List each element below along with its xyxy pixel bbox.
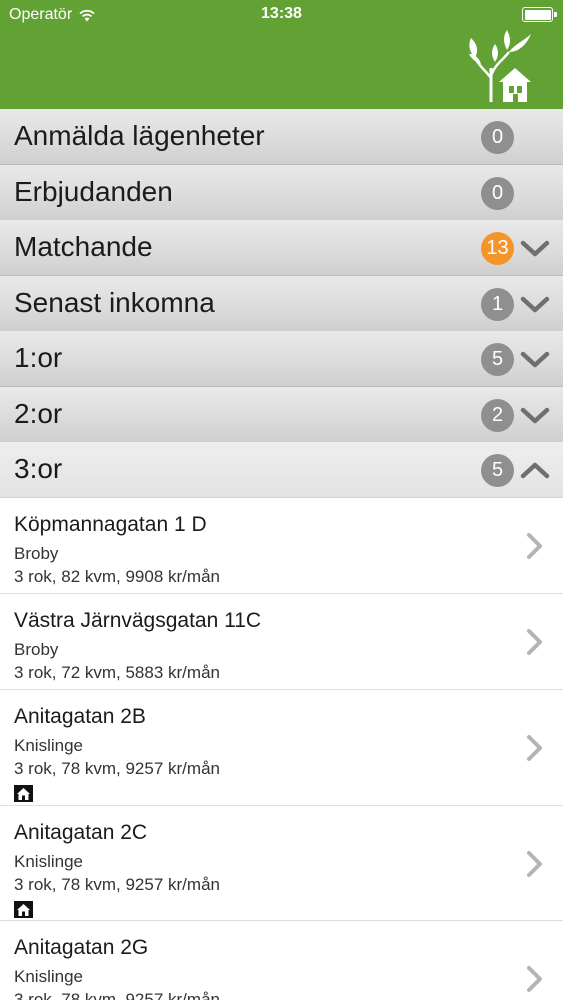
- chevron-down-icon: [520, 240, 550, 257]
- listing-row[interactable]: Anitagatan 2C Knislinge 3 rok, 78 kvm, 925…: [0, 806, 563, 921]
- status-bar: Operatör 13:38: [0, 0, 563, 30]
- battery-icon: [522, 7, 557, 22]
- tree-house-logo-icon: [469, 30, 531, 102]
- chevron-right-icon: [527, 629, 542, 655]
- chevron-right-icon: [527, 966, 542, 992]
- house-icon: [14, 785, 33, 802]
- listing-city: Knislinge: [14, 967, 83, 986]
- section-title: 3:or: [14, 453, 63, 484]
- chevron-down-icon: [520, 407, 550, 424]
- listing-details: 3 rok, 78 kvm, 9257 kr/mån: [14, 759, 220, 778]
- listing-details: 3 rok, 78 kvm, 9257 kr/mån: [14, 990, 220, 1000]
- section-header[interactable]: Anmälda lägenheter 0: [0, 109, 563, 165]
- app-header: Operatör 13:38: [0, 0, 563, 109]
- section-title: Erbjudanden: [14, 176, 173, 207]
- count-badge: 13: [481, 232, 514, 265]
- chevron-up-icon: [520, 462, 550, 479]
- section-title: 2:or: [14, 398, 63, 429]
- clock: 13:38: [261, 5, 302, 22]
- section-header[interactable]: Erbjudanden 0: [0, 165, 563, 221]
- listing-street: Anitagatan 2B: [14, 705, 146, 728]
- listing-details: 3 rok, 78 kvm, 9257 kr/mån: [14, 875, 220, 894]
- chevron-down-icon: [520, 296, 550, 313]
- listing-street: Västra Järnvägsgatan 11C: [14, 609, 262, 632]
- section-title: Anmälda lägenheter: [14, 120, 265, 151]
- count-badge: 1: [481, 288, 514, 321]
- section-header[interactable]: 2:or 2: [0, 387, 563, 443]
- listing-row[interactable]: Västra Järnvägsgatan 11C Broby 3 rok, 72 k…: [0, 594, 563, 690]
- chevron-right-icon: [527, 533, 542, 559]
- section-title: Senast inkomna: [14, 287, 215, 318]
- listing-city: Knislinge: [14, 736, 83, 755]
- listing-city: Broby: [14, 640, 59, 659]
- count-badge: 2: [481, 399, 514, 432]
- listing-street: Anitagatan 2G: [14, 936, 149, 959]
- listing-details: 3 rok, 82 kvm, 9908 kr/mån: [14, 567, 220, 586]
- listing-street: Anitagatan 2C: [14, 821, 148, 844]
- listing-details: 3 rok, 72 kvm, 5883 kr/mån: [14, 663, 220, 682]
- chevron-down-icon: [520, 351, 550, 368]
- listing-city: Broby: [14, 544, 59, 563]
- section-header[interactable]: 1:or 5: [0, 331, 563, 387]
- listing-row[interactable]: Köpmannagatan 1 D Broby 3 rok, 82 kvm, 990…: [0, 498, 563, 594]
- chevron-right-icon: [527, 851, 542, 877]
- listing-street: Köpmannagatan 1 D: [14, 513, 207, 536]
- house-icon: [14, 901, 33, 918]
- count-badge: 0: [481, 121, 514, 154]
- section-title: 1:or: [14, 342, 63, 373]
- count-badge: 5: [481, 454, 514, 487]
- count-badge: 5: [481, 343, 514, 376]
- listing-row[interactable]: Anitagatan 2B Knislinge 3 rok, 78 kvm, 925…: [0, 690, 563, 806]
- section-title: Matchande: [14, 231, 153, 262]
- section-header[interactable]: 3:or 5: [0, 442, 563, 498]
- chevron-right-icon: [527, 735, 542, 761]
- section-header[interactable]: Senast inkomna 1: [0, 276, 563, 332]
- section-header[interactable]: Matchande 13: [0, 220, 563, 276]
- listing-row[interactable]: Anitagatan 2G Knislinge 3 rok, 78 kvm, 925…: [0, 921, 563, 1000]
- listing-city: Knislinge: [14, 852, 83, 871]
- count-badge: 0: [481, 177, 514, 210]
